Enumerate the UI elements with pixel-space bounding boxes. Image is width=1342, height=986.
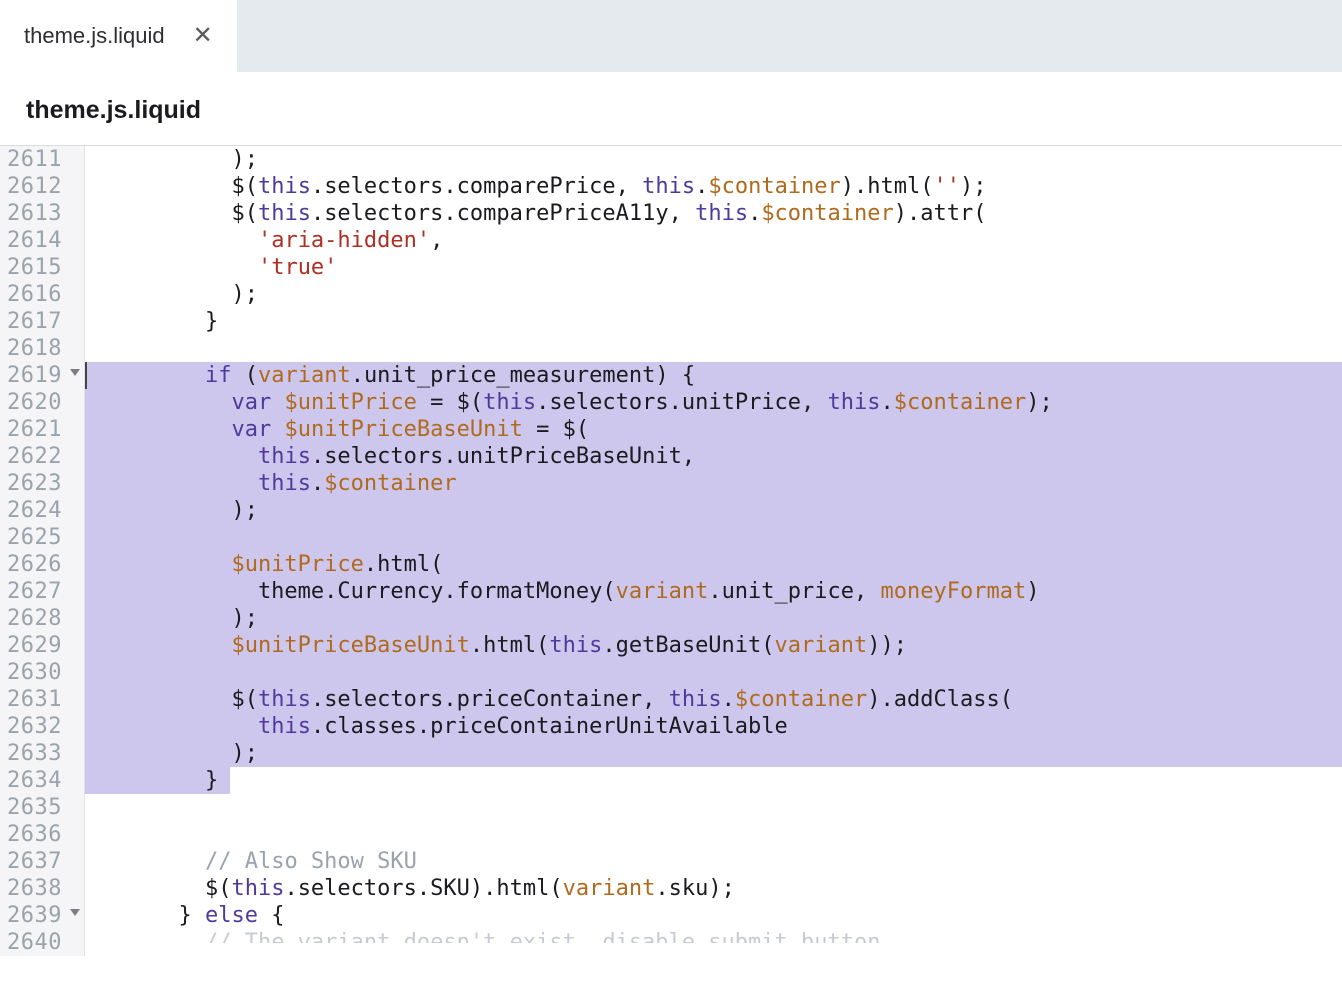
line-number: 2624 bbox=[0, 497, 62, 524]
line-number: 2627 bbox=[0, 578, 62, 605]
line-number: 2638 bbox=[0, 875, 62, 902]
code-line[interactable]: } else { bbox=[99, 902, 1342, 929]
code-line[interactable]: $unitPrice.html( bbox=[99, 551, 1342, 578]
code-line[interactable]: this.classes.priceContainerUnitAvailable bbox=[99, 713, 1342, 740]
code-line[interactable] bbox=[99, 821, 1342, 848]
line-number: 2628 bbox=[0, 605, 62, 632]
code-editor[interactable]: 2611261226132614261526162617261826192620… bbox=[0, 146, 1342, 956]
code-line[interactable]: ); bbox=[99, 740, 1342, 767]
code-line[interactable]: if (variant.unit_price_measurement) { bbox=[99, 362, 1342, 389]
code-line[interactable]: ); bbox=[99, 605, 1342, 632]
tab-bar: theme.js.liquid ✕ bbox=[0, 0, 1342, 72]
code-line[interactable]: $(this.selectors.SKU).html(variant.sku); bbox=[99, 875, 1342, 902]
code-line[interactable]: 'aria-hidden', bbox=[99, 227, 1342, 254]
line-number: 2635 bbox=[0, 794, 62, 821]
code-line[interactable]: this.selectors.unitPriceBaseUnit, bbox=[99, 443, 1342, 470]
fold-icon[interactable] bbox=[70, 909, 80, 916]
code-line[interactable]: // Also Show SKU bbox=[99, 848, 1342, 875]
code-area[interactable]: ); $(this.selectors.comparePrice, this.$… bbox=[85, 146, 1342, 956]
code-line[interactable]: ); bbox=[99, 497, 1342, 524]
line-number: 2626 bbox=[0, 551, 62, 578]
line-number: 2622 bbox=[0, 443, 62, 470]
code-line[interactable]: this.$container bbox=[99, 470, 1342, 497]
code-line[interactable]: theme.Currency.formatMoney(variant.unit_… bbox=[99, 578, 1342, 605]
line-number: 2639 bbox=[0, 902, 62, 929]
code-line[interactable]: // The variant doesn't exist, disable su… bbox=[99, 929, 1342, 943]
line-number: 2619 bbox=[0, 362, 62, 389]
line-number: 2615 bbox=[0, 254, 62, 281]
file-header: theme.js.liquid bbox=[0, 72, 1342, 146]
line-number: 2640 bbox=[0, 929, 62, 956]
line-number: 2618 bbox=[0, 335, 62, 362]
line-number: 2613 bbox=[0, 200, 62, 227]
line-number: 2634 bbox=[0, 767, 62, 794]
close-icon[interactable]: ✕ bbox=[193, 24, 213, 48]
code-line[interactable]: $(this.selectors.priceContainer, this.$c… bbox=[99, 686, 1342, 713]
code-line[interactable]: var $unitPrice = $(this.selectors.unitPr… bbox=[99, 389, 1342, 416]
line-number: 2631 bbox=[0, 686, 62, 713]
fold-icon[interactable] bbox=[70, 369, 80, 376]
code-line[interactable] bbox=[99, 794, 1342, 821]
line-number: 2623 bbox=[0, 470, 62, 497]
line-number: 2617 bbox=[0, 308, 62, 335]
code-line[interactable]: $unitPriceBaseUnit.html(this.getBaseUnit… bbox=[99, 632, 1342, 659]
line-number: 2632 bbox=[0, 713, 62, 740]
code-line[interactable] bbox=[99, 659, 1342, 686]
line-number: 2630 bbox=[0, 659, 62, 686]
code-line[interactable]: } bbox=[99, 308, 1342, 335]
line-number: 2633 bbox=[0, 740, 62, 767]
code-line[interactable]: $(this.selectors.comparePrice, this.$con… bbox=[99, 173, 1342, 200]
line-gutter: 2611261226132614261526162617261826192620… bbox=[0, 146, 85, 956]
line-number: 2611 bbox=[0, 146, 62, 173]
code-line[interactable] bbox=[99, 524, 1342, 551]
line-number: 2614 bbox=[0, 227, 62, 254]
line-number: 2637 bbox=[0, 848, 62, 875]
line-number: 2625 bbox=[0, 524, 62, 551]
line-number: 2621 bbox=[0, 416, 62, 443]
code-line[interactable]: ); bbox=[99, 281, 1342, 308]
file-tab[interactable]: theme.js.liquid ✕ bbox=[0, 0, 237, 72]
code-line[interactable] bbox=[99, 335, 1342, 362]
line-number: 2636 bbox=[0, 821, 62, 848]
line-number: 2612 bbox=[0, 173, 62, 200]
code-line[interactable]: ); bbox=[99, 146, 1342, 173]
file-name: theme.js.liquid bbox=[26, 96, 201, 124]
line-number: 2629 bbox=[0, 632, 62, 659]
code-line[interactable]: var $unitPriceBaseUnit = $( bbox=[99, 416, 1342, 443]
text-cursor bbox=[85, 362, 87, 389]
code-line[interactable]: } bbox=[99, 767, 1342, 794]
line-number: 2616 bbox=[0, 281, 62, 308]
code-line[interactable]: $(this.selectors.comparePriceA11y, this.… bbox=[99, 200, 1342, 227]
tab-title: theme.js.liquid bbox=[24, 23, 165, 49]
line-number: 2620 bbox=[0, 389, 62, 416]
code-line[interactable]: 'true' bbox=[99, 254, 1342, 281]
